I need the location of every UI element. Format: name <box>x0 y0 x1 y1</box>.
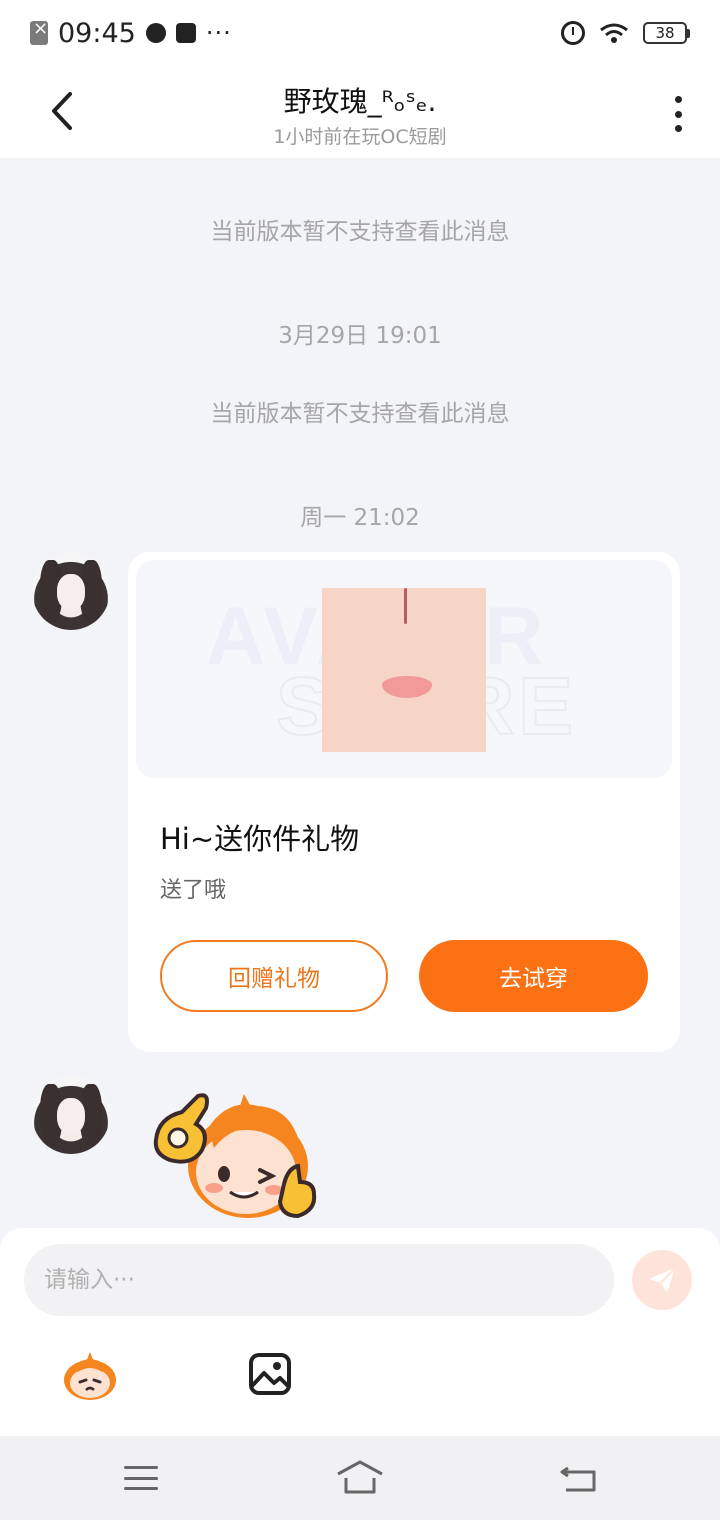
contact-status: 1小时前在玩OC短剧 <box>273 126 447 148</box>
app-notification-icon <box>145 23 166 43</box>
image-icon[interactable] <box>248 1352 292 1396</box>
battery-icon: 38 <box>643 22 690 44</box>
home-button[interactable] <box>336 1460 384 1494</box>
battery-level: 38 <box>643 22 687 44</box>
sender-avatar[interactable] <box>32 1076 110 1154</box>
return-gift-button[interactable]: 回赠礼物 <box>160 940 388 1012</box>
sticker-mascot-icon[interactable] <box>60 1350 120 1402</box>
gift-card[interactable]: AVATAR STORE Hi~送你件礼物 送了哦 回赠礼物 去试穿 <box>128 552 680 1052</box>
system-nav-bar <box>0 1436 720 1520</box>
status-left: 09:45 ··· <box>30 18 232 49</box>
wifi-icon <box>600 23 628 43</box>
input-panel <box>0 1228 720 1436</box>
send-button[interactable] <box>632 1250 692 1310</box>
app-notification-icon-2 <box>175 23 196 43</box>
system-message: 当前版本暂不支持查看此消息 <box>210 219 510 245</box>
send-icon <box>649 1267 676 1293</box>
more-notifications-icon: ··· <box>205 19 232 47</box>
status-time: 09:45 <box>58 17 136 49</box>
timestamp: 3月29日 19:01 <box>278 323 442 349</box>
message-input[interactable] <box>24 1244 614 1316</box>
gift-description: 送了哦 <box>160 878 227 903</box>
sender-avatar[interactable] <box>32 552 110 630</box>
try-on-button[interactable]: 去试穿 <box>419 940 648 1012</box>
no-sim-icon <box>30 18 48 45</box>
gift-image <box>322 588 486 752</box>
status-bar: 09:45 ··· 38 <box>0 0 720 66</box>
alarm-icon <box>561 21 585 45</box>
mascot-sticker[interactable] <box>148 1088 324 1228</box>
chat-header: 野玫瑰_ᴿₒˢₑ. 1小时前在玩OC短剧 <box>0 66 720 158</box>
system-message: 当前版本暂不支持查看此消息 <box>210 401 510 427</box>
gift-preview[interactable]: AVATAR STORE <box>136 560 672 778</box>
contact-name: 野玫瑰_ᴿₒˢₑ. <box>283 85 437 118</box>
recent-apps-button[interactable] <box>124 1466 158 1490</box>
chat-area[interactable]: 当前版本暂不支持查看此消息 3月29日 19:01 当前版本暂不支持查看此消息 … <box>0 158 720 1228</box>
status-right: 38 <box>561 21 690 45</box>
nav-back-button[interactable] <box>560 1462 598 1494</box>
timestamp: 周一 21:02 <box>300 505 420 531</box>
gift-title: Hi~送你件礼物 <box>160 822 360 856</box>
more-options-button[interactable] <box>670 96 686 132</box>
